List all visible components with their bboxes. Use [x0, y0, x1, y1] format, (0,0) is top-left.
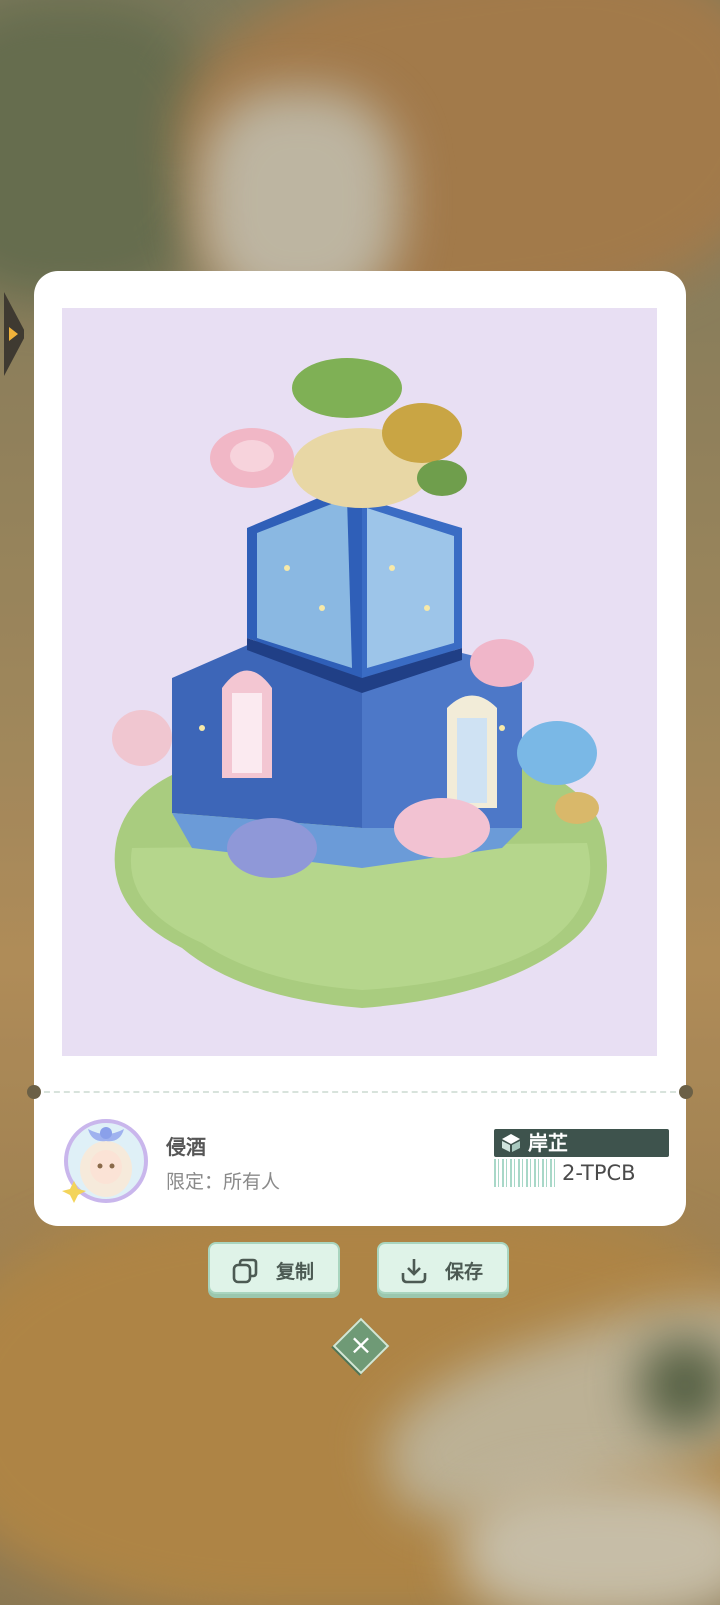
cube-icon — [500, 1132, 522, 1154]
visibility-label: 限定：所有人 — [166, 1171, 281, 1193]
download-icon — [399, 1256, 429, 1286]
save-button[interactable]: 保存 — [377, 1242, 509, 1294]
copy-icon — [230, 1256, 260, 1286]
barcode-graphic — [494, 1159, 558, 1187]
close-icon[interactable]: × — [343, 1330, 379, 1360]
author-avatar — [60, 1111, 152, 1203]
share-code: 2-TPCB — [562, 1161, 636, 1185]
perforation-divider — [34, 1091, 686, 1093]
share-tag: 岸芷 — [494, 1129, 669, 1157]
isometric-house-illustration — [112, 358, 607, 1008]
save-button-label: 保存 — [445, 1261, 484, 1283]
share-tag-label: 岸芷 — [528, 1131, 568, 1155]
ticket-notch-right — [679, 1085, 693, 1099]
copy-button[interactable]: 复制 — [208, 1242, 340, 1294]
design-preview-image — [62, 308, 657, 1056]
copy-button-label: 复制 — [276, 1261, 315, 1283]
expand-arrow-icon — [9, 327, 18, 341]
ticket-notch-left — [27, 1085, 41, 1099]
author-name: 侵酒 — [166, 1135, 206, 1159]
share-card: 侵酒 限定：所有人 岸芷 2-TPCB — [27, 271, 693, 1226]
